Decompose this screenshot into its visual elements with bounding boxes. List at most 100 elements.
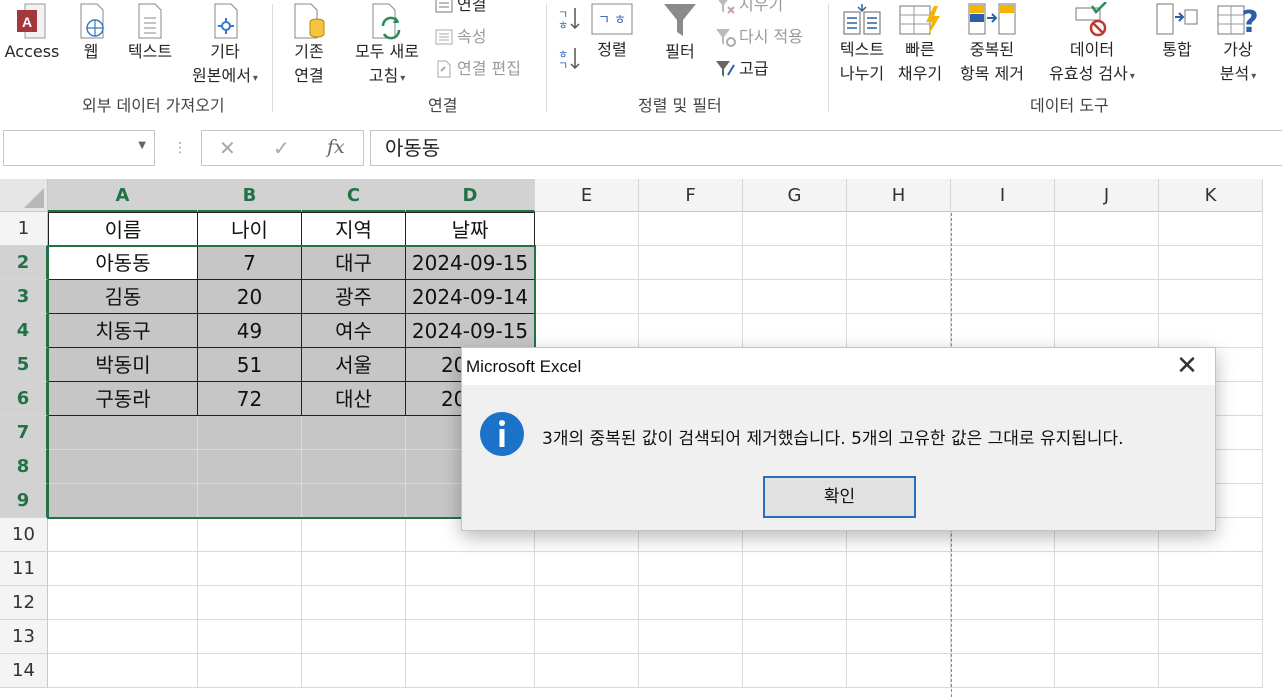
cell-a4[interactable]: 치동구 xyxy=(48,314,198,348)
cell-i11[interactable] xyxy=(951,552,1055,586)
ok-button[interactable]: 확인 xyxy=(763,476,916,518)
cell-b10[interactable] xyxy=(198,518,302,552)
cell-f4[interactable] xyxy=(639,314,743,348)
cell-c3[interactable]: 광주 xyxy=(302,280,406,314)
cell-j14[interactable] xyxy=(1055,654,1159,688)
cell-b7[interactable] xyxy=(198,416,302,450)
column-header-f[interactable]: F xyxy=(639,179,743,212)
cell-a7[interactable] xyxy=(48,416,198,450)
edit-links-button[interactable]: 연결 편집 xyxy=(434,58,521,80)
cell-h3[interactable] xyxy=(847,280,951,314)
cell-k1[interactable] xyxy=(1159,212,1263,246)
row-header-12[interactable]: 12 xyxy=(0,586,48,620)
cell-c1[interactable]: 지역 xyxy=(302,212,406,246)
what-if-analysis-button[interactable]: ? 가상 분석 ▾ xyxy=(1210,2,1266,89)
cell-e14[interactable] xyxy=(535,654,639,688)
cell-a2[interactable]: 아동동 xyxy=(48,246,198,280)
cell-e11[interactable] xyxy=(535,552,639,586)
row-header-5[interactable]: 5 xyxy=(0,348,48,382)
cell-e12[interactable] xyxy=(535,586,639,620)
cell-j1[interactable] xyxy=(1055,212,1159,246)
cell-g1[interactable] xyxy=(743,212,847,246)
cell-i13[interactable] xyxy=(951,620,1055,654)
row-header-7[interactable]: 7 xyxy=(0,416,48,450)
cell-b14[interactable] xyxy=(198,654,302,688)
row-header-4[interactable]: 4 xyxy=(0,314,48,348)
cell-b3[interactable]: 20 xyxy=(198,280,302,314)
cell-k11[interactable] xyxy=(1159,552,1263,586)
row-header-6[interactable]: 6 xyxy=(0,382,48,416)
cell-c13[interactable] xyxy=(302,620,406,654)
column-header-h[interactable]: H xyxy=(847,179,951,212)
cell-b11[interactable] xyxy=(198,552,302,586)
flash-fill-button[interactable]: 빠른 채우기 xyxy=(894,2,946,86)
data-validation-button[interactable]: 데이터 유효성 검사 ▾ xyxy=(1036,2,1148,89)
row-header-3[interactable]: 3 xyxy=(0,280,48,314)
cell-c12[interactable] xyxy=(302,586,406,620)
cell-h2[interactable] xyxy=(847,246,951,280)
cell-h13[interactable] xyxy=(847,620,951,654)
cell-j3[interactable] xyxy=(1055,280,1159,314)
column-header-i[interactable]: I xyxy=(951,179,1055,212)
cell-f2[interactable] xyxy=(639,246,743,280)
cell-c11[interactable] xyxy=(302,552,406,586)
cell-d11[interactable] xyxy=(406,552,535,586)
cell-i4[interactable] xyxy=(951,314,1055,348)
cell-f11[interactable] xyxy=(639,552,743,586)
row-header-14[interactable]: 14 xyxy=(0,654,48,688)
cell-e3[interactable] xyxy=(535,280,639,314)
clear-filter-button[interactable]: 지우기 xyxy=(714,0,783,16)
cell-f1[interactable] xyxy=(639,212,743,246)
row-header-1[interactable]: 1 xyxy=(0,212,48,246)
cell-g14[interactable] xyxy=(743,654,847,688)
properties-button[interactable]: 속성 xyxy=(434,26,486,48)
column-header-b[interactable]: B xyxy=(198,179,302,212)
cell-h11[interactable] xyxy=(847,552,951,586)
cell-b4[interactable]: 49 xyxy=(198,314,302,348)
cell-k4[interactable] xyxy=(1159,314,1263,348)
cell-g13[interactable] xyxy=(743,620,847,654)
cell-g4[interactable] xyxy=(743,314,847,348)
cell-b8[interactable] xyxy=(198,450,302,484)
cell-b1[interactable]: 나이 xyxy=(198,212,302,246)
reapply-button[interactable]: 다시 적용 xyxy=(714,26,803,48)
cell-j13[interactable] xyxy=(1055,620,1159,654)
cell-h1[interactable] xyxy=(847,212,951,246)
refresh-all-button[interactable]: 모두 새로 고침 ▾ xyxy=(347,2,427,91)
cell-k12[interactable] xyxy=(1159,586,1263,620)
cell-c5[interactable]: 서울 xyxy=(302,348,406,382)
cell-d3[interactable]: 2024-09-14 xyxy=(406,280,535,314)
cell-j11[interactable] xyxy=(1055,552,1159,586)
cell-g3[interactable] xyxy=(743,280,847,314)
cell-e4[interactable] xyxy=(535,314,639,348)
column-header-g[interactable]: G xyxy=(743,179,847,212)
cell-i3[interactable] xyxy=(951,280,1055,314)
cell-c8[interactable] xyxy=(302,450,406,484)
cell-k14[interactable] xyxy=(1159,654,1263,688)
cell-h14[interactable] xyxy=(847,654,951,688)
cell-h4[interactable] xyxy=(847,314,951,348)
cell-e1[interactable] xyxy=(535,212,639,246)
row-header-11[interactable]: 11 xyxy=(0,552,48,586)
cell-d12[interactable] xyxy=(406,586,535,620)
insert-function-icon[interactable]: fx xyxy=(327,136,345,158)
cell-b5[interactable]: 51 xyxy=(198,348,302,382)
cell-a10[interactable] xyxy=(48,518,198,552)
cell-f14[interactable] xyxy=(639,654,743,688)
select-all-corner[interactable] xyxy=(0,179,48,212)
column-header-a[interactable]: A xyxy=(48,179,198,212)
column-header-e[interactable]: E xyxy=(535,179,639,212)
cell-a12[interactable] xyxy=(48,586,198,620)
cancel-icon[interactable]: ✕ xyxy=(219,136,236,160)
cell-a11[interactable] xyxy=(48,552,198,586)
cell-a9[interactable] xyxy=(48,484,198,518)
cell-c7[interactable] xyxy=(302,416,406,450)
name-box[interactable]: ▼ xyxy=(3,130,155,166)
row-header-8[interactable]: 8 xyxy=(0,450,48,484)
sort-descending-icon[interactable]: ㅎ ㄱ xyxy=(556,44,582,72)
column-header-k[interactable]: K xyxy=(1159,179,1263,212)
existing-connections-button[interactable]: 기존 연결 xyxy=(284,2,334,88)
cell-e2[interactable] xyxy=(535,246,639,280)
cell-a14[interactable] xyxy=(48,654,198,688)
cell-d13[interactable] xyxy=(406,620,535,654)
